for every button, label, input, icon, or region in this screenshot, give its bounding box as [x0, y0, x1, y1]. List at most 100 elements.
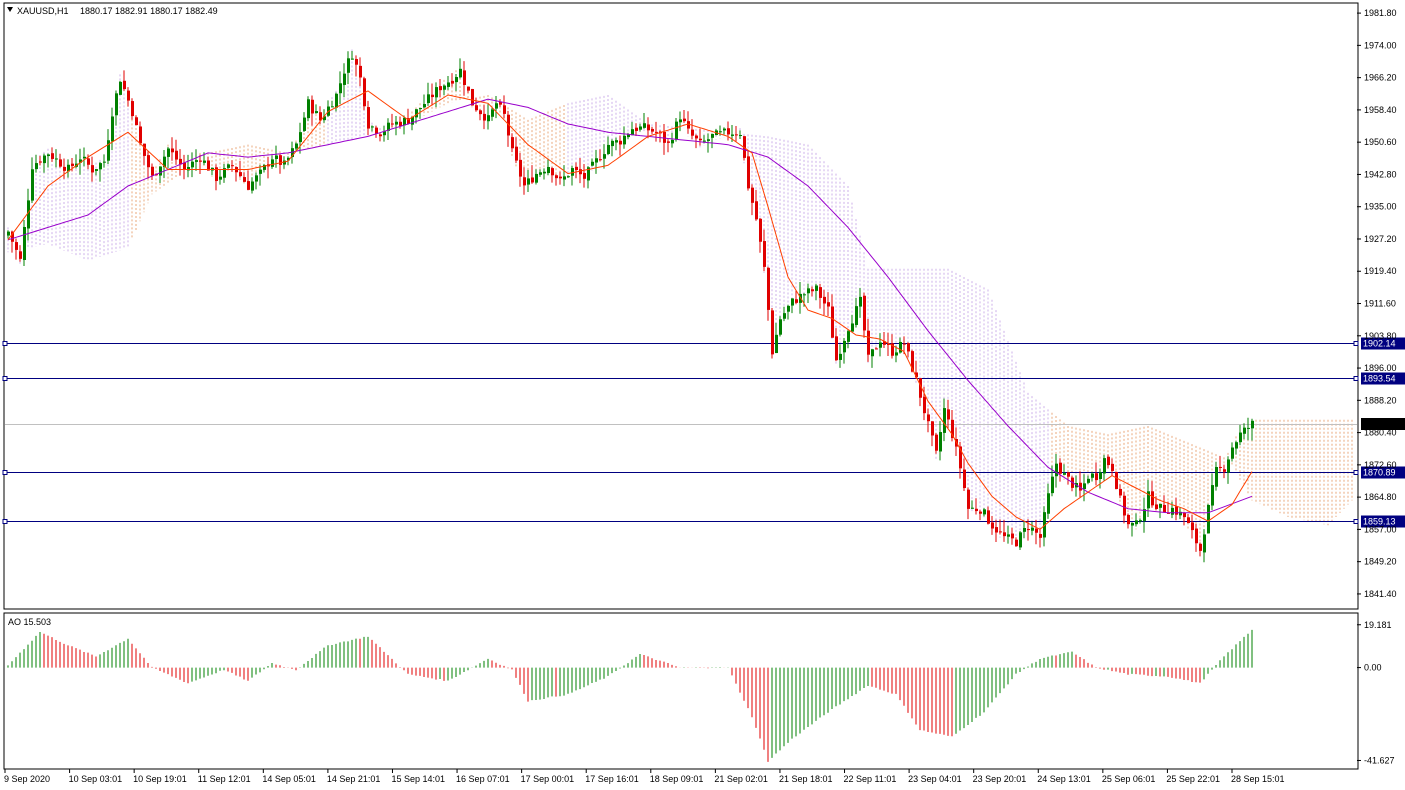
- price-tick-label: 1981.80: [1364, 8, 1397, 18]
- ao-indicator-label: AO 15.503: [8, 617, 51, 627]
- candle-bear: [975, 508, 978, 512]
- candle-bear: [1119, 488, 1122, 496]
- candle-bear: [367, 107, 370, 129]
- ao-tick-label: -41.627: [1364, 755, 1395, 765]
- line-handle-left[interactable]: [2, 376, 8, 381]
- candle-bear: [991, 522, 994, 529]
- time-tick-label: 14 Sep 05:01: [262, 774, 316, 784]
- candle-bull: [527, 178, 530, 185]
- candle-bull: [723, 128, 726, 131]
- candle-bear: [583, 172, 586, 179]
- candle-bear: [755, 201, 758, 220]
- candle-bull: [543, 171, 546, 174]
- candle-bull: [983, 509, 986, 515]
- candle-bear: [199, 160, 202, 162]
- line-handle-right[interactable]: [1353, 470, 1359, 475]
- candle-bear: [59, 159, 62, 167]
- candle-bull: [943, 408, 946, 433]
- candle-bull: [607, 144, 610, 154]
- candle-bull: [443, 85, 446, 90]
- candle-bear: [863, 295, 866, 331]
- candle-bear: [531, 177, 534, 183]
- candle-bull: [395, 121, 398, 125]
- candle-bear: [131, 101, 134, 117]
- candle-bull: [775, 334, 778, 354]
- candle-bull: [35, 163, 38, 170]
- candle-bear: [1107, 456, 1110, 466]
- candle-bull: [711, 133, 714, 138]
- candle-bull: [259, 169, 262, 174]
- candle-bull: [783, 313, 786, 319]
- candle-bull: [1227, 459, 1230, 473]
- candle-bear: [651, 128, 654, 132]
- candle-bull: [703, 140, 706, 142]
- price-tick-label: 1857.00: [1364, 524, 1397, 534]
- candle-bear: [1123, 495, 1126, 516]
- price-tick-label: 1958.40: [1364, 105, 1397, 115]
- candle-bear: [751, 187, 754, 203]
- candle-bear: [1035, 528, 1038, 533]
- candle-bear: [439, 86, 442, 91]
- candle-bull: [639, 126, 642, 130]
- candle-bull: [1211, 485, 1214, 506]
- price-tick-label: 1966.20: [1364, 73, 1397, 83]
- line-handle-right[interactable]: [1353, 519, 1359, 524]
- candle-bear: [135, 117, 138, 126]
- xauusd-h1-chart[interactable]: XAUUSD,H1 1880.17 1882.91 1880.17 1882.4…: [0, 0, 1405, 790]
- candle-bear: [1151, 491, 1154, 506]
- candle-bull: [567, 176, 570, 178]
- time-tick-label: 10 Sep 03:01: [69, 774, 123, 784]
- candle-bull: [1251, 420, 1254, 429]
- candle-bull: [275, 155, 278, 159]
- candle-bear: [927, 414, 930, 422]
- candle-bear: [555, 175, 558, 179]
- candle-bull: [1083, 483, 1086, 490]
- candle-bull: [339, 83, 342, 94]
- candle-bear: [143, 143, 146, 156]
- candle-bull: [571, 168, 574, 176]
- line-handle-right[interactable]: [1353, 376, 1359, 381]
- candle-bear: [51, 153, 54, 159]
- candle-bull: [227, 164, 230, 168]
- candle-bull: [623, 135, 626, 145]
- candle-bear: [903, 343, 906, 345]
- line-handle-right[interactable]: [1353, 341, 1359, 346]
- candle-bull: [219, 176, 222, 180]
- candle-bull: [707, 139, 710, 141]
- candle-bull: [791, 298, 794, 306]
- line-handle-left[interactable]: [2, 470, 8, 475]
- candle-bear: [1111, 463, 1114, 471]
- chart-background: [0, 0, 1405, 790]
- candle-bull: [115, 93, 118, 116]
- candle-bull: [1091, 473, 1094, 478]
- candle-bear: [1163, 504, 1166, 513]
- candle-bull: [1235, 442, 1238, 449]
- candle-bull: [851, 323, 854, 332]
- candle-bear: [475, 105, 478, 111]
- candle-bull: [47, 154, 50, 157]
- candle-bear: [91, 165, 94, 173]
- candle-bear: [907, 343, 910, 352]
- time-tick-label: 22 Sep 11:01: [844, 774, 897, 784]
- price-tick-label: 1950.60: [1364, 137, 1397, 147]
- line-handle-left[interactable]: [2, 519, 8, 524]
- candle-bull: [1019, 532, 1022, 548]
- candle-bear: [171, 148, 174, 153]
- candle-bull: [23, 226, 26, 260]
- candle-bear: [63, 166, 66, 171]
- candle-bear: [451, 80, 454, 84]
- candle-bull: [895, 352, 898, 356]
- candle-bull: [315, 111, 318, 114]
- candle-bear: [1011, 533, 1014, 539]
- price-tick-label: 1841.40: [1364, 589, 1397, 599]
- candle-bull: [1007, 534, 1010, 537]
- line-handle-left[interactable]: [2, 341, 8, 346]
- candle-bear: [1059, 462, 1062, 474]
- candle-bear: [311, 99, 314, 114]
- candle-bull: [879, 342, 882, 348]
- time-tick-label: 17 Sep 00:01: [521, 774, 575, 784]
- candle-bull: [1135, 520, 1138, 525]
- candle-bear: [967, 489, 970, 509]
- price-tick-label: 1903.80: [1364, 331, 1397, 341]
- price-tick-label: 1888.20: [1364, 395, 1397, 405]
